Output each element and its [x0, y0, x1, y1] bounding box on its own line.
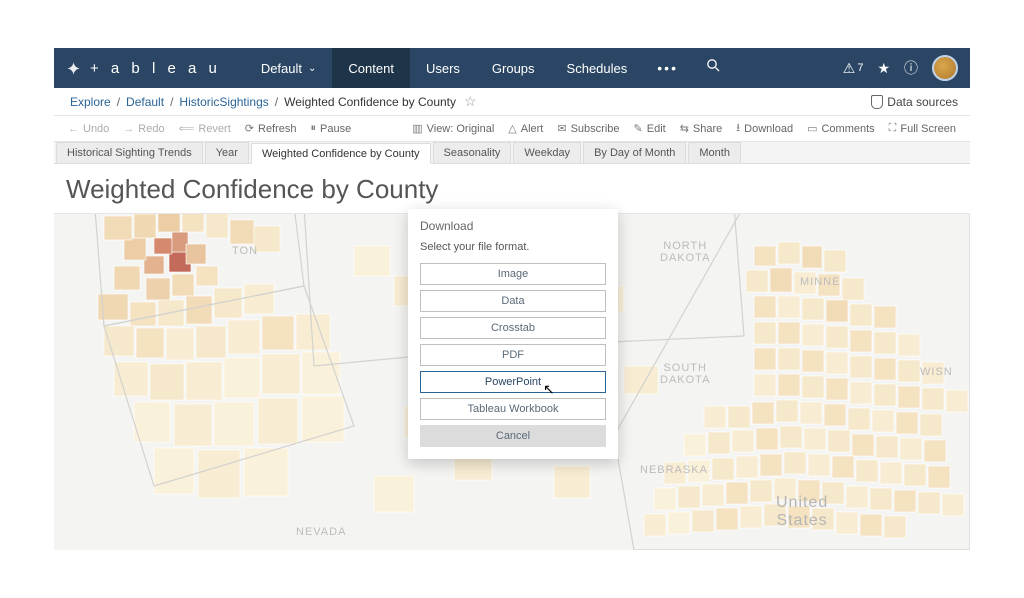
star-icon: ★: [877, 60, 890, 77]
download-button[interactable]: ⭳Download: [732, 119, 797, 138]
download-option-workbook[interactable]: Tableau Workbook: [420, 398, 606, 420]
undo-icon: ←: [68, 123, 79, 135]
comment-icon: ▭: [807, 122, 817, 135]
download-option-image[interactable]: Image: [420, 263, 606, 285]
download-cancel-button[interactable]: Cancel: [420, 425, 606, 447]
download-option-data[interactable]: Data: [420, 290, 606, 312]
search-button[interactable]: [692, 58, 735, 78]
redo-icon: →: [123, 123, 134, 135]
tab-weighted-confidence[interactable]: Weighted Confidence by County: [251, 143, 431, 164]
share-icon: ⇆: [680, 122, 689, 135]
breadcrumb-bar: Explore / Default / HistoricSightings / …: [54, 88, 970, 116]
nav-groups[interactable]: Groups: [476, 48, 551, 88]
refresh-button[interactable]: ⟳Refresh: [241, 122, 301, 135]
share-button[interactable]: ⇆Share: [676, 122, 727, 135]
modal-title: Download: [408, 209, 618, 241]
favorites-button[interactable]: ★: [877, 60, 890, 77]
comments-button[interactable]: ▭Comments: [803, 122, 879, 135]
favorite-toggle[interactable]: ☆: [464, 93, 477, 110]
tab-by-day-of-month[interactable]: By Day of Month: [583, 142, 686, 163]
brand-text: + a b l e a u: [90, 60, 221, 77]
alerts-button[interactable]: ⚠ 7: [843, 60, 864, 77]
data-sources-button[interactable]: Data sources: [871, 95, 958, 109]
download-option-pdf[interactable]: PDF: [420, 344, 606, 366]
tab-historical-sighting-trends[interactable]: Historical Sighting Trends: [56, 142, 203, 163]
alert-triangle-icon: ⚠: [843, 60, 856, 77]
database-icon: [871, 95, 883, 109]
mail-icon: ✉: [557, 122, 566, 135]
download-option-powerpoint[interactable]: PowerPoint: [420, 371, 606, 393]
top-navigation: + a b l e a u Default ⌄ Content Users Gr…: [54, 48, 970, 88]
fullscreen-icon: ⛶: [889, 122, 897, 135]
sheet-tabs: Historical Sighting Trends Year Weighted…: [54, 142, 970, 164]
download-modal: Download Select your file format. Image …: [408, 209, 618, 459]
search-icon: [706, 58, 721, 73]
refresh-icon: ⟳: [245, 122, 254, 135]
nav-schedules[interactable]: Schedules: [551, 48, 644, 88]
tableau-logo-icon: [66, 59, 84, 77]
alert-button[interactable]: △Alert: [504, 122, 547, 135]
sheet-title: Weighted Confidence by County: [54, 164, 970, 214]
pencil-icon: ✎: [634, 122, 643, 135]
download-icon: ⭳: [736, 119, 740, 138]
pause-button[interactable]: ⏸Pause: [307, 122, 356, 135]
help-button[interactable]: ⓘ: [904, 58, 918, 78]
revert-icon: ⟸: [179, 122, 195, 135]
tab-weekday[interactable]: Weekday: [513, 142, 581, 163]
chevron-down-icon: ⌄: [308, 63, 316, 74]
info-icon: ⓘ: [904, 58, 918, 78]
bell-icon: △: [508, 122, 516, 135]
site-selector[interactable]: Default ⌄: [245, 48, 333, 88]
download-option-crosstab[interactable]: Crosstab: [420, 317, 606, 339]
nav-users[interactable]: Users: [410, 48, 476, 88]
alert-count: 7: [857, 62, 863, 74]
tab-month[interactable]: Month: [688, 142, 741, 163]
crumb-workbook[interactable]: HistoricSightings: [179, 95, 268, 109]
tab-year[interactable]: Year: [205, 142, 249, 163]
view-original-button[interactable]: ▥View: Original: [408, 122, 498, 135]
edit-button[interactable]: ✎Edit: [630, 122, 670, 135]
tableau-logo: + a b l e a u: [66, 59, 221, 77]
crumb-current: Weighted Confidence by County: [284, 95, 456, 109]
pause-icon: ⏸: [311, 122, 317, 135]
nav-content[interactable]: Content: [332, 48, 410, 88]
site-selector-label: Default: [261, 61, 302, 76]
fullscreen-button[interactable]: ⛶Full Screen: [885, 122, 960, 135]
view-toolbar: ←Undo →Redo ⟸Revert ⟳Refresh ⏸Pause ▥Vie…: [54, 116, 970, 142]
nav-more-button[interactable]: •••: [643, 60, 692, 76]
tab-seasonality[interactable]: Seasonality: [433, 142, 512, 163]
undo-button[interactable]: ←Undo: [64, 123, 113, 135]
crumb-default[interactable]: Default: [126, 95, 164, 109]
user-avatar[interactable]: [932, 55, 958, 81]
view-icon: ▥: [412, 122, 422, 135]
redo-button[interactable]: →Redo: [119, 123, 168, 135]
subscribe-button[interactable]: ✉Subscribe: [553, 122, 623, 135]
crumb-explore[interactable]: Explore: [70, 95, 111, 109]
modal-subtitle: Select your file format.: [420, 241, 606, 253]
revert-button[interactable]: ⟸Revert: [175, 122, 235, 135]
